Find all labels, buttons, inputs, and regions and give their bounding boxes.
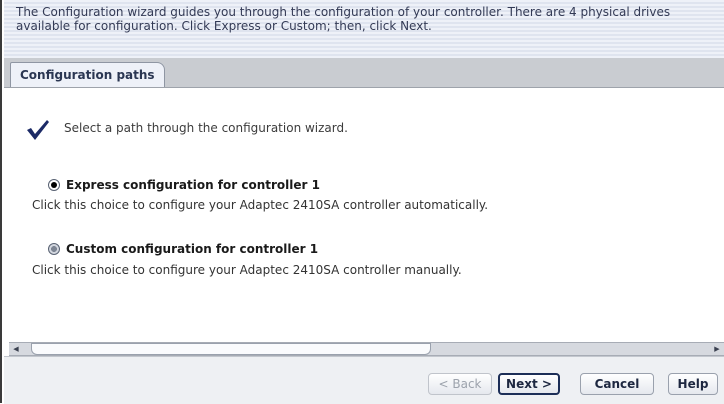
express-radio[interactable] [48, 179, 60, 191]
tab-configuration-paths[interactable]: Configuration paths [10, 62, 165, 87]
tab-bar: Configuration paths [4, 58, 724, 88]
scroll-right-arrow-icon[interactable]: ▶ [710, 343, 724, 355]
wizard-header: The Configuration wizard guides you thro… [4, 0, 724, 58]
express-option-title[interactable]: Express configuration for controller 1 [66, 178, 320, 192]
custom-option-description: Click this choice to configure your Adap… [32, 263, 462, 277]
wizard-window: The Configuration wizard guides you thro… [0, 0, 724, 404]
help-button[interactable]: Help [668, 373, 718, 395]
scroll-left-arrow-icon[interactable]: ◀ [9, 343, 23, 355]
custom-option-title[interactable]: Custom configuration for controller 1 [66, 242, 318, 256]
scrollbar-thumb[interactable] [31, 343, 431, 355]
custom-radio[interactable] [48, 243, 60, 255]
instruction-text: Select a path through the configuration … [64, 121, 348, 135]
header-description: The Configuration wizard guides you thro… [16, 5, 671, 33]
content-panel: Select a path through the configuration … [4, 88, 724, 332]
cancel-button[interactable]: Cancel [580, 373, 654, 395]
express-option-description: Click this choice to configure your Adap… [32, 198, 489, 212]
button-bar: < Back Next > Cancel Help [4, 356, 724, 404]
back-button[interactable]: < Back [428, 373, 492, 395]
next-button[interactable]: Next > [498, 373, 560, 395]
checkmark-icon [27, 120, 49, 140]
horizontal-scrollbar[interactable]: ◀ ▶ [9, 342, 724, 356]
